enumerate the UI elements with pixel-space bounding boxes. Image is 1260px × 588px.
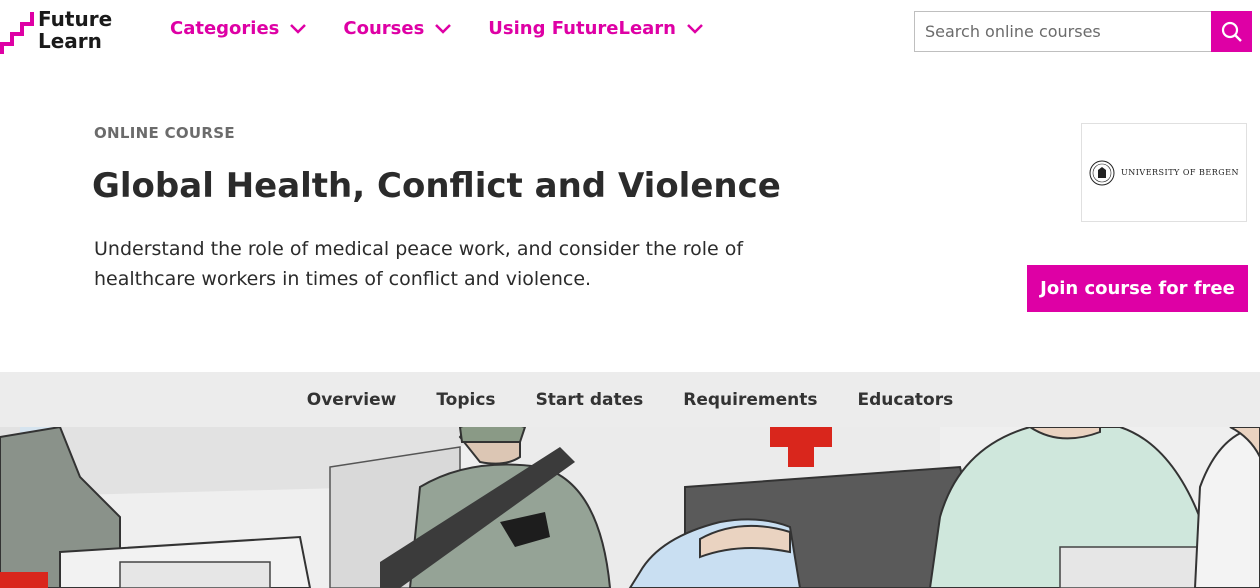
futurelearn-logo[interactable]: Future Learn: [0, 8, 120, 56]
tab-educators[interactable]: Educators: [857, 390, 953, 410]
logo-mark-icon: [0, 12, 34, 54]
hospital-conflict-illustration: [0, 427, 1260, 588]
course-kicker: ONLINE COURSE: [94, 124, 235, 142]
provider-logo[interactable]: UNIVERSITY OF BERGEN: [1081, 123, 1247, 222]
page-title: Global Health, Conflict and Violence: [92, 166, 781, 206]
chevron-down-icon: [435, 23, 452, 34]
nav-using-futurelearn-label: Using FutureLearn: [488, 18, 676, 39]
chevron-down-icon: [687, 23, 703, 34]
logo-line2: Learn: [38, 29, 102, 53]
search-icon: [1221, 21, 1242, 42]
tab-requirements[interactable]: Requirements: [683, 390, 817, 410]
nav-categories-label: Categories: [170, 18, 280, 39]
course-hero-illustration: [0, 427, 1260, 588]
provider-name: UNIVERSITY OF BERGEN: [1121, 168, 1239, 177]
join-course-button[interactable]: Join course for free: [1027, 265, 1248, 312]
main-nav: Categories Courses Using FutureLearn: [170, 18, 740, 39]
nav-courses-label: Courses: [343, 18, 425, 39]
course-section-tabs: Overview Topics Start dates Requirements…: [0, 372, 1260, 427]
site-header: Future Learn Categories Courses Using Fu…: [0, 0, 1260, 62]
nav-using-futurelearn[interactable]: Using FutureLearn: [488, 18, 704, 39]
nav-courses[interactable]: Courses: [343, 18, 452, 39]
search-bar: [914, 11, 1252, 52]
nav-categories[interactable]: Categories: [170, 18, 307, 39]
search-button[interactable]: [1211, 11, 1252, 52]
tab-overview[interactable]: Overview: [307, 390, 397, 410]
logo-line1: Future: [38, 7, 113, 31]
course-description: Understand the role of medical peace wor…: [94, 238, 744, 290]
chevron-down-icon: [290, 23, 307, 34]
search-input[interactable]: [914, 11, 1211, 52]
tab-start-dates[interactable]: Start dates: [536, 390, 644, 410]
tab-topics[interactable]: Topics: [436, 390, 495, 410]
university-seal-icon: [1089, 160, 1115, 185]
